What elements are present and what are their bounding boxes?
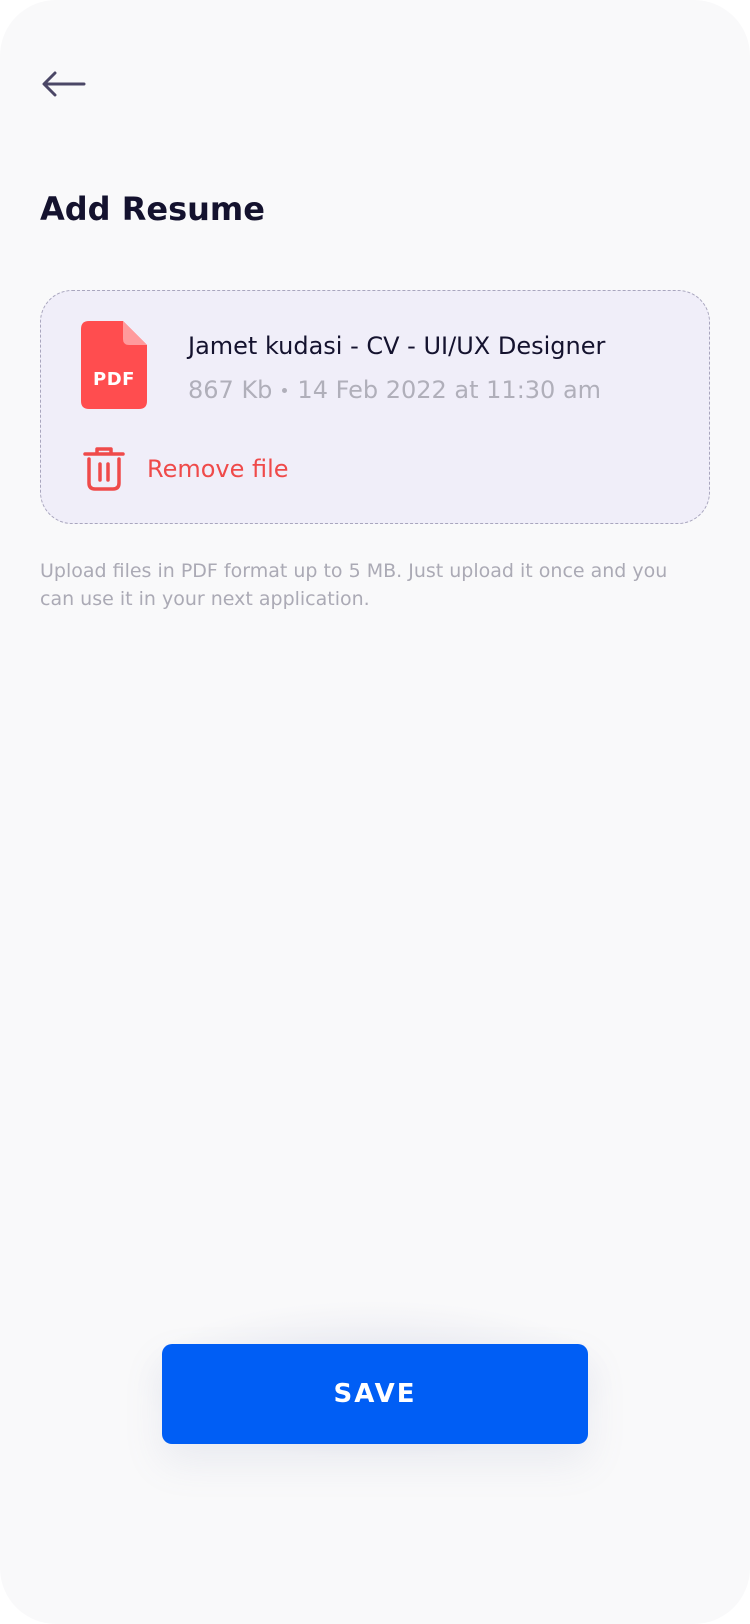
save-button[interactable]: SAVE bbox=[162, 1344, 588, 1444]
add-resume-screen: Add Resume PDF Jamet kudasi - CV - UI/UX… bbox=[0, 0, 750, 1624]
pdf-file-icon: PDF bbox=[81, 321, 147, 409]
back-button[interactable] bbox=[36, 60, 92, 108]
file-name: Jamet kudasi - CV - UI/UX Designer bbox=[188, 332, 606, 360]
uploaded-file-card: PDF Jamet kudasi - CV - UI/UX Designer 8… bbox=[40, 290, 710, 524]
file-date: 14 Feb 2022 at 11:30 am bbox=[297, 376, 602, 404]
separator-dot bbox=[282, 387, 288, 393]
page-title: Add Resume bbox=[40, 190, 265, 228]
pdf-icon-label: PDF bbox=[93, 369, 135, 390]
remove-file-button[interactable]: Remove file bbox=[81, 447, 289, 491]
file-meta: 867 Kb 14 Feb 2022 at 11:30 am bbox=[188, 375, 601, 405]
arrow-left-icon bbox=[42, 71, 86, 97]
upload-helper-text: Upload files in PDF format up to 5 MB. J… bbox=[40, 560, 668, 610]
remove-file-label: Remove file bbox=[147, 455, 289, 483]
file-size: 867 Kb bbox=[188, 376, 273, 404]
trash-icon bbox=[81, 446, 127, 492]
